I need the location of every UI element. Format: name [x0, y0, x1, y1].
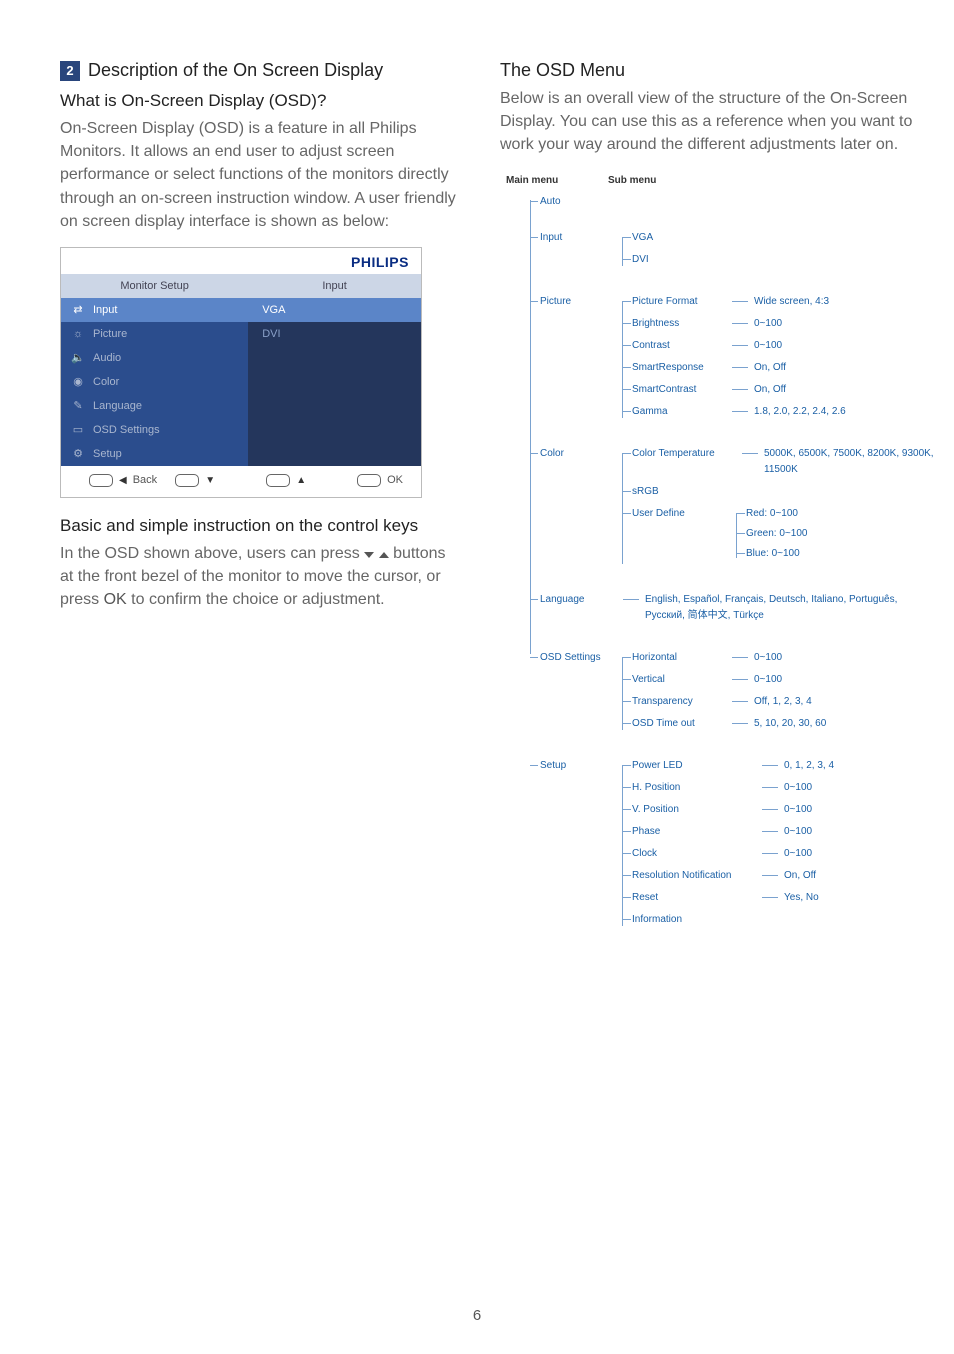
osd-header-right: Input — [248, 274, 421, 298]
tree-language: Language English, Español, Français, Deu… — [516, 592, 940, 630]
osd-sub-label: DVI — [262, 328, 280, 340]
osd-sub-vga[interactable]: VGA — [248, 298, 421, 322]
osd-item-label: Input — [93, 304, 117, 316]
color-icon: ◉ — [71, 375, 85, 388]
back-label: Back — [133, 474, 157, 486]
osd-panel: PHILIPS Monitor Setup Input ⇄ Input ☼ Pi… — [60, 247, 422, 498]
osd-menu-heading: The OSD Menu — [500, 60, 940, 81]
osd-item-input[interactable]: ⇄ Input — [61, 298, 248, 322]
tree-input: Input VGA DVI — [516, 230, 940, 274]
ok-label: OK — [387, 474, 403, 486]
setup-icon: ⚙ — [71, 447, 85, 460]
up-arrow-icon: ▲ — [296, 475, 306, 486]
col-main: Main menu — [506, 175, 592, 186]
tree-headings: Main menu Sub menu — [506, 175, 940, 186]
osd-item-label: Language — [93, 400, 142, 412]
tree-setup: Setup Power LED0, 1, 2, 3, 4 H. Position… — [516, 758, 940, 934]
input-icon: ⇄ — [71, 303, 85, 316]
osd-sub-label: VGA — [262, 304, 285, 316]
osd-item-setup[interactable]: ⚙ Setup — [61, 442, 248, 466]
osd-sub-dvi[interactable]: DVI — [248, 322, 421, 346]
back-arrow-icon: ◀ — [119, 475, 127, 486]
osd-menu-body: Below is an overall view of the structur… — [500, 87, 940, 157]
audio-icon: 🔈 — [71, 351, 85, 364]
osd-item-language[interactable]: ✎ Language — [61, 394, 248, 418]
basic-heading: Basic and simple instruction on the cont… — [60, 516, 460, 536]
section-title: Description of the On Screen Display — [88, 60, 383, 81]
osd-item-picture[interactable]: ☼ Picture — [61, 322, 248, 346]
tree-auto: Auto — [516, 194, 940, 210]
col-sub: Sub menu — [608, 175, 656, 186]
up-button[interactable] — [266, 474, 290, 487]
question-body: On-Screen Display (OSD) is a feature in … — [60, 117, 460, 233]
osd-item-label: OSD Settings — [93, 424, 160, 436]
osd-brand: PHILIPS — [61, 248, 421, 274]
tree-picture: Picture Picture FormatWide screen, 4:3 B… — [516, 294, 940, 426]
osd-footer: ◀ Back ▼ ▲ OK — [61, 466, 421, 497]
language-icon: ✎ — [71, 399, 85, 412]
osd-settings-icon: ▭ — [71, 423, 85, 436]
section-number-box: 2 — [60, 61, 80, 81]
page-number: 6 — [0, 1307, 954, 1324]
osd-main-menu: ⇄ Input ☼ Picture 🔈 Audio ◉ Color — [61, 298, 248, 466]
up-arrow-icon — [379, 552, 389, 558]
osd-item-label: Audio — [93, 352, 121, 364]
osd-sub-menu: VGA DVI — [248, 298, 421, 466]
question-heading: What is On-Screen Display (OSD)? — [60, 91, 460, 111]
section-heading: 2 Description of the On Screen Display — [60, 60, 460, 81]
back-button[interactable] — [89, 474, 113, 487]
osd-header-left: Monitor Setup — [61, 274, 248, 298]
basic-body: In the OSD shown above, users can press … — [60, 542, 460, 612]
osd-item-label: Picture — [93, 328, 127, 340]
down-arrow-icon — [364, 552, 374, 558]
osd-item-audio[interactable]: 🔈 Audio — [61, 346, 248, 370]
picture-icon: ☼ — [71, 328, 85, 340]
osd-item-label: Color — [93, 376, 119, 388]
osd-item-color[interactable]: ◉ Color — [61, 370, 248, 394]
tree-color: Color Color Temperature5000K, 6500K, 750… — [516, 446, 940, 572]
ok-button[interactable] — [357, 474, 381, 487]
tree-osd-settings: OSD Settings Horizontal0~100 Vertical0~1… — [516, 650, 940, 738]
osd-item-osd-settings[interactable]: ▭ OSD Settings — [61, 418, 248, 442]
osd-item-label: Setup — [93, 448, 122, 460]
osd-header: Monitor Setup Input — [61, 274, 421, 298]
down-button[interactable] — [175, 474, 199, 487]
down-arrow-icon: ▼ — [205, 475, 215, 486]
osd-tree: Auto Input VGA DVI Picture Picture Forma… — [500, 194, 940, 934]
